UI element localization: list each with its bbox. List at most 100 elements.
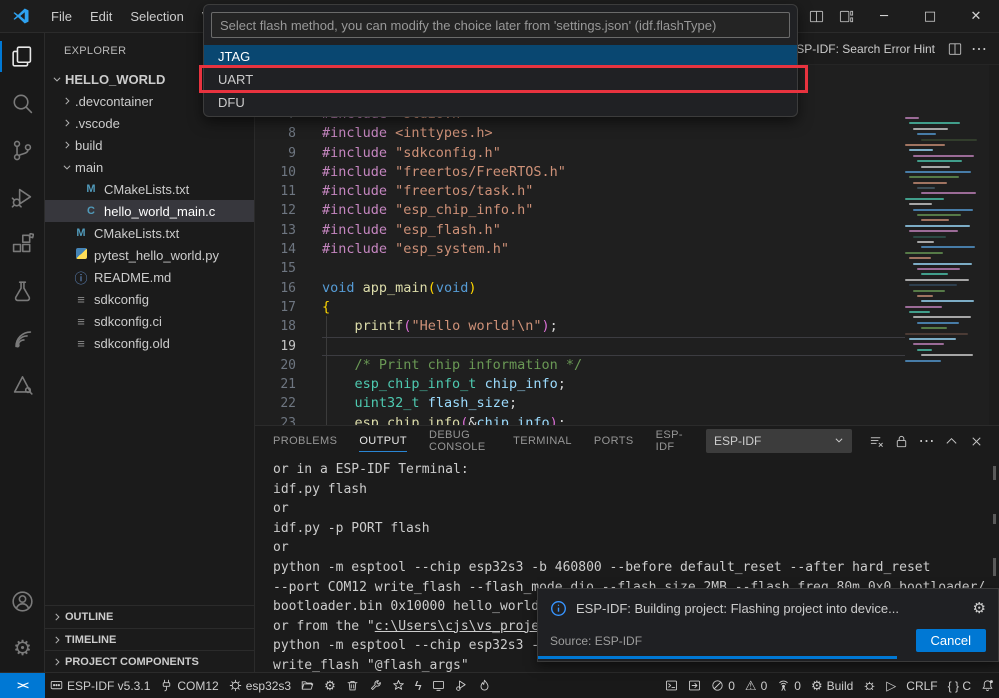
tree-item-cmakelists-txt[interactable]: MCMakeLists.txt: [45, 178, 254, 200]
code-line-14[interactable]: 14#include "esp_system.h": [255, 240, 999, 259]
code-line-10[interactable]: 10#include "freertos/FreeRTOS.h": [255, 163, 999, 182]
status-chip-icon[interactable]: esp32s3: [224, 673, 296, 698]
maximize-panel-icon[interactable]: [939, 429, 964, 453]
code-line-13[interactable]: 13#include "esp_flash.h": [255, 221, 999, 240]
code-line-20[interactable]: 20 /* Print chip information */: [255, 356, 999, 375]
quickpick-item-jtag[interactable]: JTAG: [204, 45, 797, 68]
code-line-8[interactable]: 8#include <inttypes.h>: [255, 124, 999, 143]
menu-file[interactable]: File: [42, 0, 81, 32]
panel-tab-terminal[interactable]: TERMINAL: [513, 426, 572, 456]
code-line-19[interactable]: 19: [255, 337, 999, 356]
status-gear-icon[interactable]: ⚙Build: [806, 673, 858, 698]
code-line-15[interactable]: 15: [255, 259, 999, 278]
tree-item-build[interactable]: build: [45, 134, 254, 156]
panel-tab-esp-idf[interactable]: ESP-IDF: [656, 426, 684, 456]
activity-esp-tools-icon[interactable]: [0, 362, 45, 409]
status-monitor-icon[interactable]: [427, 673, 450, 698]
panel-tab-output[interactable]: OUTPUT: [359, 426, 407, 456]
split-editor-icon[interactable]: [801, 0, 831, 33]
activity-settings-gear-icon[interactable]: ⚙: [0, 625, 45, 672]
status-arrow-box-icon[interactable]: [683, 673, 706, 698]
minimap[interactable]: [905, 117, 989, 387]
status-folder-opened-icon[interactable]: [296, 673, 319, 698]
lock-icon[interactable]: [889, 429, 914, 453]
status-gear-icon[interactable]: ⚙: [319, 673, 341, 698]
panel-tab-problems[interactable]: PROBLEMS: [273, 426, 337, 456]
activity-search-icon[interactable]: [0, 80, 45, 127]
status-bell-icon[interactable]: [976, 673, 999, 698]
status-crlf[interactable]: CRLF: [901, 673, 942, 698]
status-error-icon[interactable]: 0: [706, 673, 740, 698]
customize-layout-icon[interactable]: [831, 0, 861, 33]
search-error-hint-action[interactable]: ESP-IDF: Search Error Hint: [788, 42, 935, 56]
close-button[interactable]: ✕: [953, 0, 999, 33]
code-editor[interactable]: 7#include <stdio.h>8#include <inttypes.h…: [255, 65, 999, 425]
quickpick-input[interactable]: Select flash method, you can modify the …: [211, 12, 790, 38]
activity-extensions-icon[interactable]: [0, 221, 45, 268]
code-line-11[interactable]: 11#include "freertos/task.h": [255, 182, 999, 201]
more-actions-icon[interactable]: ⋯: [967, 37, 991, 61]
code-line-12[interactable]: 12#include "esp_chip_info.h": [255, 201, 999, 220]
activity-run-debug-icon[interactable]: [0, 174, 45, 221]
tree-item-sdkconfig-old[interactable]: ≡sdkconfig.old: [45, 332, 254, 354]
status-flame-icon[interactable]: [473, 673, 496, 698]
maximize-button[interactable]: □: [907, 0, 953, 33]
code-line-22[interactable]: 22 uint32_t flash_size;: [255, 394, 999, 413]
split-editor-icon[interactable]: [943, 37, 967, 61]
editor-scrollbar[interactable]: [989, 65, 999, 425]
status-warning-icon[interactable]: ⚠0: [740, 673, 772, 698]
close-panel-icon[interactable]: [964, 429, 989, 453]
section-project-components[interactable]: PROJECT COMPONENTS: [45, 650, 254, 672]
status-play-icon[interactable]: ▷: [881, 673, 901, 698]
quickpick-item-dfu[interactable]: DFU: [204, 91, 797, 114]
status-espidf-icon[interactable]: ESP-IDF v5.3.1: [45, 673, 155, 698]
status-bug-icon[interactable]: [858, 673, 881, 698]
section-outline[interactable]: OUTLINE: [45, 606, 254, 628]
panel-tab-ports[interactable]: PORTS: [594, 426, 634, 456]
tree-item-sdkconfig[interactable]: ≡sdkconfig: [45, 288, 254, 310]
menu-edit[interactable]: Edit: [81, 0, 121, 32]
tree-item-main[interactable]: main: [45, 156, 254, 178]
line-number: 9: [255, 144, 322, 163]
tree-item-sdkconfig-ci[interactable]: ≡sdkconfig.ci: [45, 310, 254, 332]
quickpick-item-uart[interactable]: UART: [204, 68, 797, 91]
menu-selection[interactable]: Selection: [121, 0, 192, 32]
status-wrench-icon[interactable]: [364, 673, 387, 698]
output-path-link[interactable]: c:\Users\cjs\vs_proje: [375, 619, 539, 634]
tree-item-pytest-hello-world-py[interactable]: pytest_hello_world.py: [45, 244, 254, 266]
activity-testing-icon[interactable]: [0, 268, 45, 315]
code-line-18[interactable]: 18 printf("Hello world!\n");: [255, 317, 999, 336]
output-channel-select[interactable]: ESP-IDF: [706, 429, 852, 453]
activity-explorer-icon[interactable]: [0, 33, 45, 80]
line-number: 8: [255, 124, 322, 143]
status-zap-icon[interactable]: ϟ: [410, 673, 427, 698]
notification-settings-gear-icon[interactable]: ⚙: [973, 599, 986, 617]
panel-tab-debug-console[interactable]: DEBUG CONSOLE: [429, 426, 491, 456]
code-line-21[interactable]: 21 esp_chip_info_t chip_info;: [255, 375, 999, 394]
status-broadcast-icon[interactable]: 0: [772, 673, 806, 698]
code-line-23[interactable]: 23 esp_chip_info(&chip_info);: [255, 414, 999, 425]
tree-item-cmakelists-txt[interactable]: MCMakeLists.txt: [45, 222, 254, 244]
status-terminal-box-icon[interactable]: [660, 673, 683, 698]
status-remote-icon[interactable]: ><: [0, 673, 45, 698]
more-actions-icon[interactable]: ⋯: [914, 429, 939, 453]
status-plug-icon[interactable]: COM12: [155, 673, 223, 698]
status-star-icon[interactable]: [387, 673, 410, 698]
tree-item-readme-md[interactable]: ⓘREADME.md: [45, 266, 254, 288]
activity-espressif-icon[interactable]: [0, 315, 45, 362]
activity-account-icon[interactable]: [0, 578, 45, 625]
code-line-17[interactable]: 17{: [255, 298, 999, 317]
status--c[interactable]: { } C: [943, 673, 976, 698]
clear-output-icon[interactable]: [864, 429, 889, 453]
section-timeline[interactable]: TIMELINE: [45, 628, 254, 650]
chevron-down-icon: [49, 71, 65, 87]
activity-source-control-icon[interactable]: [0, 127, 45, 174]
wrench-icon: [369, 679, 382, 692]
code-line-9[interactable]: 9#include "sdkconfig.h": [255, 144, 999, 163]
tree-item-hello-world-main-c[interactable]: Chello_world_main.c: [45, 200, 254, 222]
status-debug-icon[interactable]: [450, 673, 473, 698]
minimize-button[interactable]: ─: [861, 0, 907, 33]
cancel-button[interactable]: Cancel: [916, 629, 986, 652]
code-line-16[interactable]: 16void app_main(void): [255, 279, 999, 298]
status-trash-icon[interactable]: [341, 673, 364, 698]
